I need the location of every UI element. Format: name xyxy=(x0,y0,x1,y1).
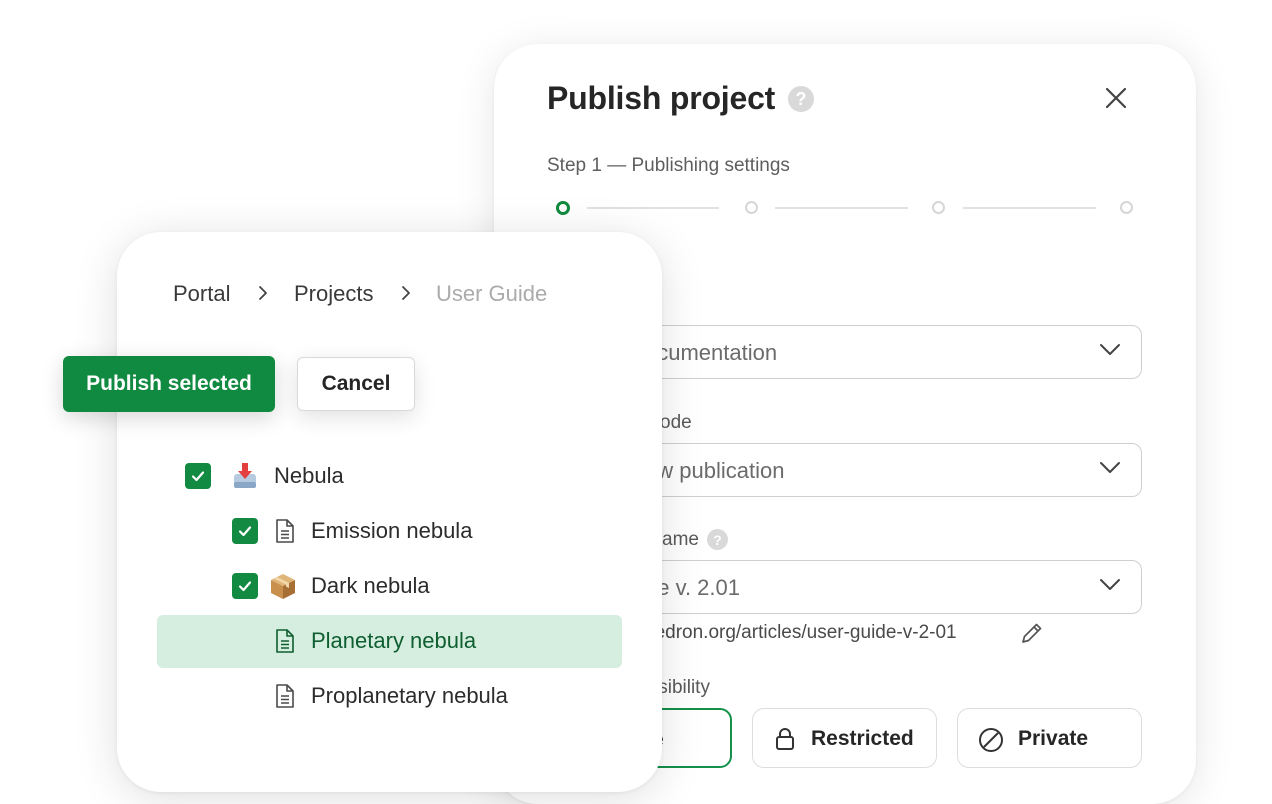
dialog-title: Publish project xyxy=(547,80,776,116)
step-connector xyxy=(775,207,908,209)
document-icon xyxy=(276,629,294,653)
package-icon xyxy=(271,574,295,599)
chevron-down-icon xyxy=(1100,579,1120,590)
check-icon xyxy=(238,581,252,592)
checkbox-checked[interactable] xyxy=(232,573,258,599)
breadcrumb-current: User Guide xyxy=(436,281,548,306)
chevron-right-icon xyxy=(402,286,410,300)
checkbox-checked[interactable] xyxy=(232,518,258,544)
step-3-dot xyxy=(932,201,945,214)
breadcrumb-projects[interactable]: Projects xyxy=(294,281,373,307)
document-icon xyxy=(276,519,294,543)
prohibited-icon xyxy=(979,728,1003,752)
close-icon[interactable] xyxy=(1104,86,1128,110)
type-select-value: ocumentation xyxy=(645,340,778,365)
mode-label: ode xyxy=(660,412,692,433)
step-4-dot xyxy=(1120,201,1133,214)
document-icon xyxy=(276,684,294,708)
tree-item-label: Dark nebula xyxy=(311,573,430,598)
chevron-down-icon xyxy=(1100,344,1120,355)
publish-selected-button[interactable]: Publish selected xyxy=(63,356,275,412)
lock-icon xyxy=(776,728,794,750)
step-2-dot xyxy=(745,201,758,214)
inbox-download-icon xyxy=(234,463,256,488)
visibility-option-label: Restricted xyxy=(811,727,914,750)
checkbox-checked[interactable] xyxy=(185,463,211,489)
visibility-option-label: Private xyxy=(1018,727,1089,750)
file-tree-card: Portal Projects User Guide Nebula Emissi… xyxy=(117,232,662,792)
type-select[interactable]: ocumentation xyxy=(614,325,1142,379)
visibility-option-private[interactable]: Private xyxy=(957,708,1142,768)
help-icon[interactable]: ? xyxy=(788,86,814,112)
stepper xyxy=(556,200,1136,217)
step-connector xyxy=(963,207,1096,209)
check-icon xyxy=(238,526,252,537)
name-label: ame xyxy=(662,529,699,550)
mode-select[interactable]: ew publication xyxy=(614,443,1142,497)
mode-select-value: ew publication xyxy=(645,458,785,483)
step-connector xyxy=(587,207,719,209)
breadcrumb-portal[interactable]: Portal xyxy=(173,281,230,307)
cancel-button[interactable]: Cancel xyxy=(297,357,415,411)
chevron-right-icon xyxy=(259,286,267,300)
tree-item-label: Emission nebula xyxy=(311,518,473,543)
step-indicator-text: Step 1 — Publishing settings xyxy=(547,155,790,176)
name-select[interactable]: de v. 2.01 xyxy=(614,560,1142,614)
chevron-down-icon xyxy=(1100,462,1120,473)
visibility-option-restricted[interactable]: Restricted xyxy=(752,708,937,768)
tree-item-label: Nebula xyxy=(274,463,344,488)
article-url: hedron.org/articles/user-guide-v-2-01 xyxy=(644,622,957,643)
visibility-label: isibility xyxy=(654,677,710,698)
check-icon xyxy=(191,471,205,482)
help-icon[interactable]: ? xyxy=(707,529,728,550)
tree-item-label: Proplanetary nebula xyxy=(311,683,508,708)
pencil-icon[interactable] xyxy=(1019,620,1045,646)
tree-item-label: Planetary nebula xyxy=(311,628,477,653)
step-1-dot xyxy=(556,200,570,215)
